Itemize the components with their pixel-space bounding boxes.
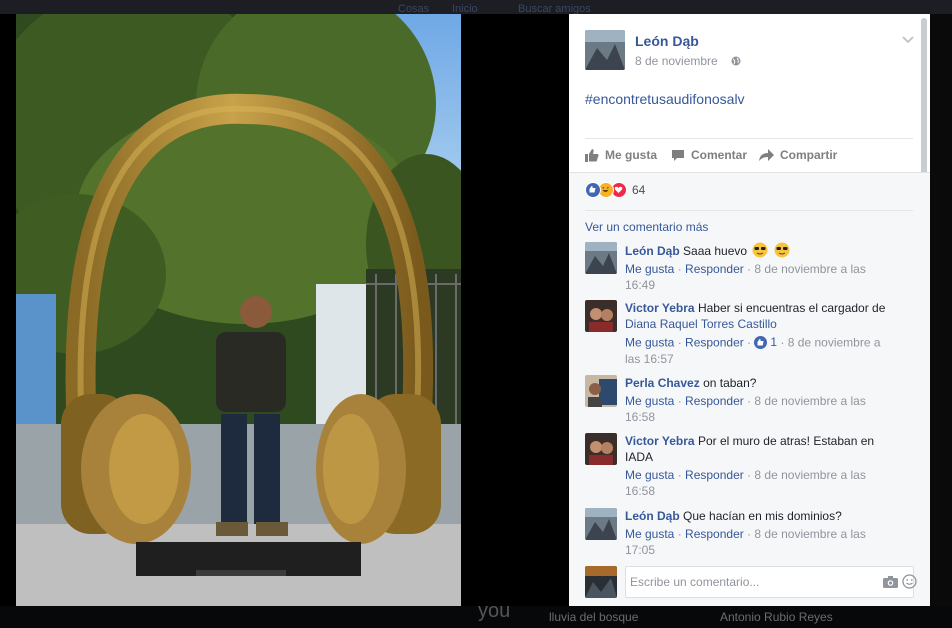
comment-input[interactable] xyxy=(625,566,914,598)
background-topbar: Cosas Inicio Buscar amigos xyxy=(0,0,952,15)
chevron-down-icon[interactable] xyxy=(901,32,915,46)
comment-timestamp-cont[interactable]: 16:58 xyxy=(625,484,655,498)
comment-meta: Me gusta · Responder · 8 de noviembre a … xyxy=(625,527,866,557)
commenter-name[interactable]: León Dąb xyxy=(625,244,680,258)
comment-timestamp-cont[interactable]: las 16:57 xyxy=(625,352,674,366)
commenter-name[interactable]: Perla Chavez xyxy=(625,376,700,390)
comment-timestamp-cont[interactable]: 16:49 xyxy=(625,278,655,292)
comment-body: Victor Yebra Haber si encuentras el carg… xyxy=(625,300,895,367)
comment-body: Perla Chavez on taban? Me gusta · Respon… xyxy=(625,375,895,425)
comment-reply-link[interactable]: Responder xyxy=(685,527,744,541)
background-item: lluvia del bosque xyxy=(549,610,639,624)
comment-like-link[interactable]: Me gusta xyxy=(625,262,674,276)
camera-icon[interactable] xyxy=(883,576,898,588)
comment-timestamp-cont[interactable]: 16:58 xyxy=(625,410,655,424)
background-caption: you xyxy=(478,600,511,622)
comment-mention[interactable]: Diana Raquel Torres Castillo xyxy=(625,317,777,331)
comment-timestamp[interactable]: 8 de noviembre a las xyxy=(754,468,865,482)
comment-reply-link[interactable]: Responder xyxy=(685,262,744,276)
comment-text: Saaa huevo xyxy=(683,244,748,258)
post-header: León Dąb 8 de noviembre xyxy=(585,30,915,72)
comment-icon xyxy=(672,149,684,161)
comment-like-link[interactable]: Me gusta xyxy=(625,527,674,541)
comment-reply-link[interactable]: Responder xyxy=(685,394,744,408)
globe-icon xyxy=(731,56,741,66)
share-button[interactable]: Compartir xyxy=(759,146,837,164)
emoji-icon[interactable] xyxy=(902,574,917,589)
commenter-name[interactable]: León Dąb xyxy=(625,509,680,523)
divider xyxy=(569,172,930,173)
commenter-avatar[interactable] xyxy=(585,433,617,465)
commenter-avatar[interactable] xyxy=(585,508,617,540)
commenter-avatar[interactable] xyxy=(585,242,617,274)
comment-body: León Dąb Que hacían en mis dominios? Me … xyxy=(625,508,895,558)
view-more-comments-link[interactable]: Ver un comentario más xyxy=(585,220,708,234)
comment-body: Victor Yebra Por el muro de atras! Estab… xyxy=(625,433,895,499)
commenter-name[interactable]: Victor Yebra xyxy=(625,301,695,315)
share-button-label: Compartir xyxy=(780,148,838,162)
reactions-summary[interactable]: 64 xyxy=(585,182,645,198)
comment-text: Que hacían en mis dominios? xyxy=(683,509,842,523)
comment-text: on taban? xyxy=(703,376,757,390)
background-right-strip xyxy=(930,14,952,606)
comment-reply-link[interactable]: Responder xyxy=(685,468,744,482)
like-icon xyxy=(754,335,768,349)
commenter-name[interactable]: Victor Yebra xyxy=(625,434,695,448)
headphones-sculpture-photo xyxy=(16,14,461,606)
comment-meta: Me gusta · Responder · 8 de noviembre a … xyxy=(625,394,866,424)
like-icon xyxy=(585,182,601,198)
post-author-name[interactable]: León Dąb xyxy=(635,33,699,49)
background-bottom-strip: you lluvia del bosque Antonio Rubio Reye… xyxy=(0,600,952,628)
comment-timestamp-cont[interactable]: 17:05 xyxy=(625,543,655,557)
comment-timestamp[interactable]: 8 de noviembre a las xyxy=(754,262,865,276)
comment-button[interactable]: Comentar xyxy=(671,146,747,164)
post-actions: Me gusta Comentar Compartir xyxy=(585,146,913,164)
comment-meta: Me gusta · Responder · 8 de noviembre a … xyxy=(625,468,866,498)
comment-button-label: Comentar xyxy=(691,148,748,162)
comment-meta: Me gusta · Responder · 1 · 8 de noviembr… xyxy=(625,334,881,366)
background-item: Antonio Rubio Reyes xyxy=(720,610,833,624)
comment-like-link[interactable]: Me gusta xyxy=(625,394,674,408)
share-icon xyxy=(759,148,774,161)
comment-text: Haber si encuentras el cargador de xyxy=(697,301,886,315)
like-button-label: Me gusta xyxy=(605,148,658,162)
commenter-avatar[interactable] xyxy=(585,300,617,332)
comment-reply-link[interactable]: Responder xyxy=(685,336,744,350)
comments-area: 64 Ver un comentario más León Dąb Saaa h… xyxy=(569,172,930,606)
sunglasses-emoji-icon xyxy=(774,242,790,258)
post-photo[interactable] xyxy=(16,14,461,606)
commenter-avatar[interactable] xyxy=(585,375,617,407)
post-panel: León Dąb 8 de noviembre #encontretusaudi… xyxy=(569,14,930,606)
comment-timestamp[interactable]: 8 de noviembre a las xyxy=(754,527,865,541)
comment-meta: Me gusta · Responder · 8 de noviembre a … xyxy=(625,262,866,292)
comment-like-link[interactable]: Me gusta xyxy=(625,336,674,350)
comment-timestamp[interactable]: 8 de noviembre a las xyxy=(754,394,865,408)
post-date[interactable]: 8 de noviembre xyxy=(635,54,718,68)
post-hashtag[interactable]: #encontretusaudifonosalv xyxy=(585,91,745,107)
thumbs-up-icon xyxy=(585,149,599,162)
comment-body: León Dąb Saaa huevo Me gusta · Responder… xyxy=(625,242,895,293)
divider xyxy=(585,138,913,139)
current-user-avatar xyxy=(585,566,617,598)
author-avatar[interactable] xyxy=(585,30,625,70)
like-button[interactable]: Me gusta xyxy=(585,146,657,164)
write-comment-row xyxy=(585,564,917,598)
reaction-count: 64 xyxy=(632,183,646,197)
divider xyxy=(585,210,913,211)
comment-like-link[interactable]: Me gusta xyxy=(625,468,674,482)
comment-like-count[interactable]: 1 xyxy=(754,334,777,350)
comment-timestamp[interactable]: 8 de noviembre a xyxy=(788,336,881,350)
sunglasses-emoji-icon xyxy=(752,242,768,258)
